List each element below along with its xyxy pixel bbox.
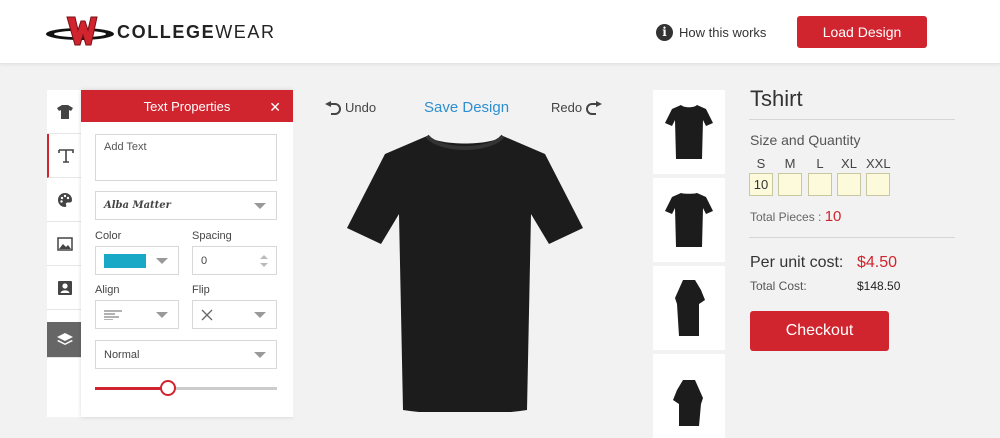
size-label-l: L [816, 156, 824, 171]
spacing-label: Spacing [192, 230, 232, 242]
palette-icon [58, 192, 72, 207]
total-pieces: Total Pieces : 10 [750, 208, 841, 225]
total-cost-label: Total Cost: [750, 279, 807, 293]
info-icon: i [656, 23, 673, 41]
qty-input-l[interactable] [808, 173, 832, 196]
rail-item-images[interactable] [47, 222, 83, 266]
how-it-works-link[interactable]: i How this works [656, 22, 766, 42]
close-icon[interactable]: ✕ [269, 99, 281, 116]
slider-thumb[interactable] [159, 380, 176, 396]
chevron-down-icon [254, 352, 266, 358]
divider [749, 119, 955, 120]
tshirt-front-preview[interactable] [345, 132, 585, 412]
size-label-xl: XL [841, 156, 857, 171]
chevron-down-icon [156, 258, 168, 264]
align-left-icon [104, 310, 122, 320]
size-label-xxl: XXL [866, 156, 891, 171]
tshirt-back-thumb-icon [665, 193, 713, 247]
tshirt-side-thumb-icon [673, 380, 703, 426]
total-pieces-label: Total Pieces : [750, 210, 825, 224]
size-label-m: M [784, 156, 796, 171]
total-pieces-value: 10 [824, 208, 842, 225]
undo-icon [325, 100, 341, 115]
product-title: Tshirt [750, 86, 803, 111]
qty-input-xl[interactable] [837, 173, 861, 196]
flip-select[interactable] [192, 300, 277, 329]
tshirt-side-thumb-icon [675, 280, 705, 336]
tshirt-icon [57, 104, 73, 119]
total-cost-value: $148.50 [857, 279, 901, 293]
rail-item-colors[interactable] [47, 178, 83, 222]
thumb-left-sleeve[interactable] [653, 266, 725, 350]
thumb-front[interactable] [653, 90, 725, 174]
view-thumbnails [653, 90, 725, 438]
panel-title: Text Properties [143, 98, 231, 114]
undo-label: Undo [345, 100, 377, 115]
design-canvas[interactable]: Undo Save Design Redo [293, 90, 650, 417]
flip-label: Flip [192, 284, 210, 296]
brand-logo[interactable]: COLLEGEWEAR [45, 15, 274, 49]
color-swatch [104, 253, 146, 268]
chevron-down-icon [254, 312, 266, 318]
redo-icon [586, 100, 603, 115]
tool-rail [47, 90, 83, 417]
divider [749, 237, 955, 238]
rail-item-product[interactable] [47, 90, 83, 134]
align-select[interactable] [95, 300, 179, 329]
text-style-select[interactable]: Normal [95, 340, 277, 369]
chevron-down-icon [156, 312, 168, 318]
how-it-works-label: How this works [679, 24, 767, 40]
text-icon [58, 148, 74, 163]
thumb-back[interactable] [653, 178, 725, 262]
qty-input-xxl[interactable] [866, 173, 890, 196]
spacing-value: 0 [201, 254, 208, 267]
rail-item-text[interactable] [47, 134, 83, 178]
add-text-input[interactable]: Add Text [95, 134, 277, 181]
rail-item-names[interactable] [47, 266, 83, 310]
font-select[interactable]: Alba Matter [95, 191, 277, 220]
color-label: Color [95, 230, 122, 242]
checkout-button[interactable]: Checkout [750, 311, 889, 351]
chevron-down-icon [254, 203, 266, 209]
brand-logo-icon [46, 16, 114, 46]
stepper-arrows-icon[interactable] [260, 254, 268, 268]
redo-button[interactable]: Redo [551, 100, 603, 115]
layers-icon [57, 332, 73, 345]
contact-card-icon [58, 280, 72, 295]
order-summary: Tshirt Size and Quantity S M L XL XXL 10… [749, 84, 959, 417]
text-size-slider[interactable] [95, 380, 277, 396]
spacing-stepper[interactable]: 0 [192, 246, 277, 275]
color-select[interactable] [95, 246, 179, 275]
image-icon [57, 236, 73, 251]
text-style-value: Normal [104, 348, 140, 361]
panel-header: Text Properties ✕ [81, 90, 293, 122]
brand-name: COLLEGEWEAR [117, 22, 276, 42]
per-unit-cost-value: $4.50 [857, 254, 898, 271]
text-properties-panel: Text Properties ✕ Add Text Alba Matter C… [81, 90, 293, 417]
font-select-value: Alba Matter [104, 200, 171, 211]
undo-button[interactable]: Undo [325, 100, 376, 115]
rail-item-layers[interactable] [47, 322, 83, 358]
size-label-s: S [756, 156, 766, 171]
load-design-button[interactable]: Load Design [797, 16, 927, 48]
slider-fill [95, 387, 168, 390]
thumb-right-sleeve[interactable] [653, 354, 725, 438]
redo-label: Redo [551, 100, 583, 115]
flip-x-icon [201, 309, 213, 320]
qty-input-s[interactable]: 10 [749, 173, 773, 196]
header: COLLEGEWEAR i How this works Load Design [0, 0, 1000, 64]
size-quantity-label: Size and Quantity [750, 132, 861, 148]
save-design-link[interactable]: Save Design [424, 99, 509, 116]
align-label: Align [95, 284, 120, 296]
qty-input-m[interactable] [778, 173, 802, 196]
tshirt-front-thumb-icon [665, 105, 713, 159]
per-unit-cost-label: Per unit cost: [750, 254, 844, 271]
